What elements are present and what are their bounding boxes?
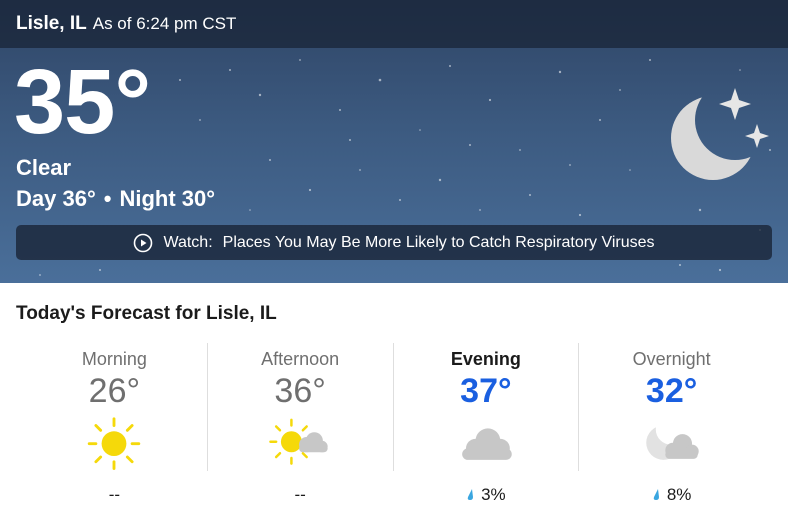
separator-dot: • — [103, 186, 112, 211]
watch-title[interactable]: Places You May Be More Likely to Catch R… — [223, 234, 655, 252]
period-precip: 8% — [652, 485, 692, 505]
watch-video-banner[interactable]: Watch: Places You May Be More Likely to … — [16, 225, 772, 260]
precip-value: 8% — [666, 485, 692, 504]
precip-value: -- — [108, 485, 121, 504]
todays-forecast-card: Today's Forecast for Lisle, IL Morning 2… — [0, 283, 788, 521]
raindrop-icon — [653, 489, 659, 500]
period-precip: -- — [294, 485, 305, 505]
partly-cloudy-icon — [269, 418, 328, 465]
period-precip: -- — [109, 485, 120, 505]
period-temp: 37° — [460, 372, 512, 410]
cloudy-icon — [462, 428, 512, 460]
period-overnight[interactable]: Overnight 32° 8% — [579, 343, 764, 504]
precip-value: 3% — [481, 485, 506, 504]
play-circle-icon — [134, 233, 153, 252]
observation-time: As of 6:24 pm CST — [92, 14, 237, 33]
period-temp: 26° — [88, 372, 141, 410]
period-label: Afternoon — [261, 349, 340, 369]
moon-stars-icon — [671, 88, 769, 180]
location-name[interactable]: Lisle, IL — [16, 13, 87, 35]
partly-cloudy-night-icon — [645, 425, 699, 460]
period-precip: 3% — [466, 485, 506, 505]
forecast-periods: Morning 26° -- Afternoon 36° -- Evening … — [22, 343, 764, 513]
sunny-icon — [88, 417, 141, 470]
precip-value: -- — [294, 485, 306, 504]
period-evening[interactable]: Evening 37° 3% — [394, 343, 580, 504]
current-conditions-hero: Lisle, IL As of 6:24 pm CST 35° Clear Da… — [0, 0, 788, 283]
period-temp: 32° — [645, 372, 698, 410]
raindrop-icon — [467, 489, 474, 500]
period-label: Overnight — [632, 349, 711, 369]
night-temp: Night 30° — [119, 186, 216, 211]
current-phrase: Clear — [16, 155, 72, 180]
period-label: Evening — [450, 349, 521, 369]
current-temperature: 35° — [14, 51, 151, 153]
day-temp: Day 36° — [16, 186, 96, 211]
forecast-card-title: Today's Forecast for Lisle, IL — [16, 303, 277, 324]
period-label: Morning — [81, 349, 147, 369]
period-temp: 36° — [274, 372, 326, 410]
watch-label: Watch: — [163, 233, 213, 251]
period-afternoon[interactable]: Afternoon 36° -- — [208, 343, 394, 504]
location-bar: Lisle, IL As of 6:24 pm CST — [0, 0, 788, 48]
day-night-temps: Day 36° • Night 30° — [16, 186, 215, 212]
period-morning[interactable]: Morning 26° -- — [22, 343, 208, 504]
